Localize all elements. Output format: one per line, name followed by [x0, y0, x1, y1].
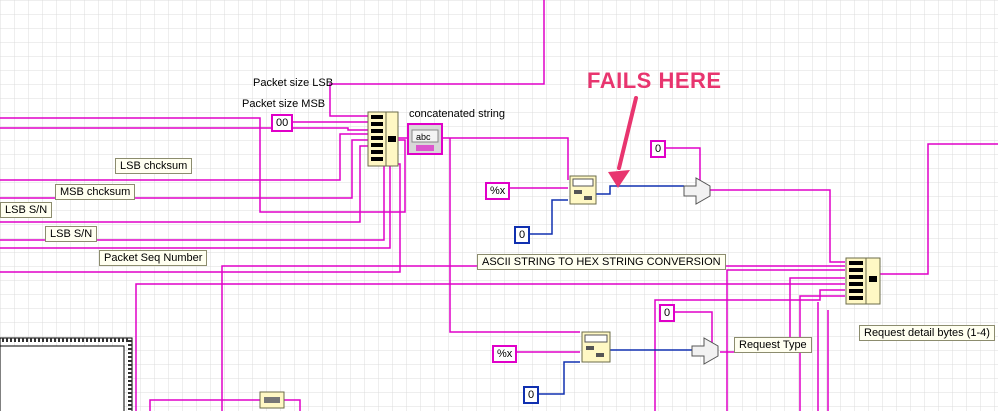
concatenate-node-2[interactable] — [845, 257, 881, 305]
label-packet-size-lsb: Packet size LSB — [253, 77, 334, 89]
concatenate-node[interactable] — [367, 111, 399, 167]
constant-format-x-1[interactable]: %x — [485, 182, 511, 200]
label-lsb-sn-1: LSB S/N — [0, 202, 53, 218]
label-lsb-sn-2: LSB S/N — [45, 226, 98, 242]
constant-hex-00[interactable]: 00 — [271, 114, 294, 132]
label-msb-chcksum: MSB chcksum — [55, 184, 136, 200]
fails-here-annotation: FAILS HERE — [587, 68, 722, 93]
label-concatenated-string: concatenated string — [409, 108, 506, 120]
label-packet-size-msb: Packet size MSB — [242, 98, 326, 110]
label-packet-seq-number: Packet Seq Number — [99, 250, 208, 266]
sequence-frame — [0, 337, 133, 411]
format-node-1[interactable] — [569, 175, 597, 205]
constant-zero-blue-2[interactable]: 0 — [523, 386, 540, 404]
constant-zero-pink-1[interactable]: 0 — [650, 140, 667, 158]
constant-format-x-2[interactable]: %x — [492, 345, 518, 363]
constant-zero-blue-1[interactable]: 0 — [514, 226, 531, 244]
concatenated-string-indicator[interactable]: abc — [407, 123, 443, 155]
label-request-detail-bytes: Request detail bytes (1-4) — [859, 325, 995, 341]
label-ascii-to-hex: ASCII STRING TO HEX STRING CONVERSION — [477, 254, 726, 270]
format-node-2[interactable] — [581, 331, 611, 363]
label-request-type: Request Type — [734, 337, 812, 353]
bottom-node[interactable] — [259, 391, 285, 409]
label-lsb-chcksum: LSB chcksum — [115, 158, 193, 174]
constant-zero-pink-2[interactable]: 0 — [659, 304, 676, 322]
concat-display-text: abc — [416, 132, 431, 142]
